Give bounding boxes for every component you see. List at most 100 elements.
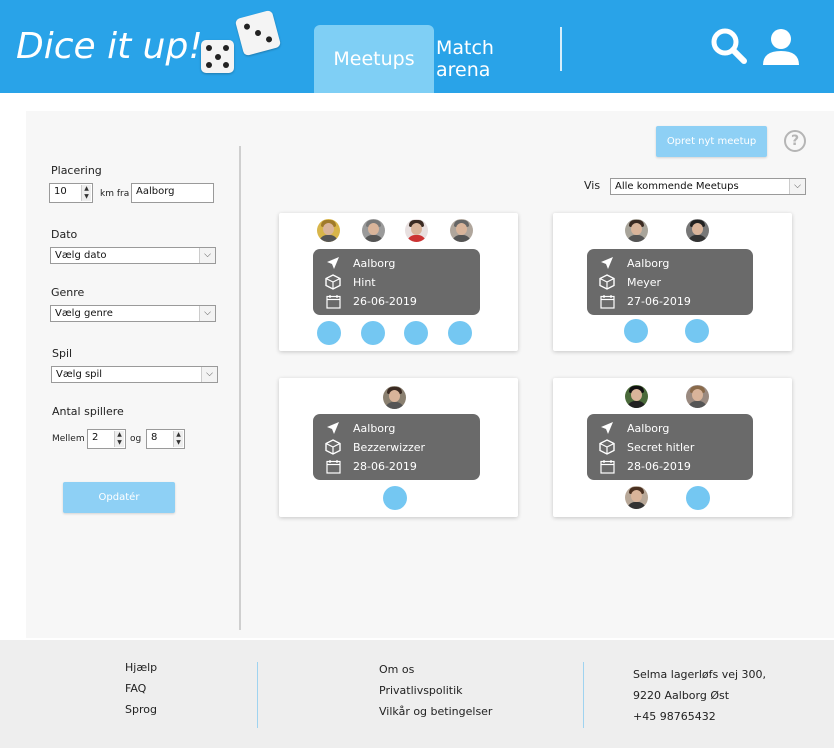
calendar-icon (325, 293, 341, 309)
location-label: Placering (51, 164, 102, 177)
meetup-card[interactable]: Aalborg Bezzerwizzer 28-06-2019 (279, 378, 518, 517)
chevron-down-icon: ⌵ (201, 367, 217, 382)
create-meetup-button[interactable]: Opret nyt meetup (656, 126, 767, 157)
date-select-value: Vælg dato (55, 250, 107, 261)
city-input[interactable]: Aalborg (131, 183, 214, 203)
footer-phone: +45 98765432 (633, 710, 716, 723)
game-select-value: Vælg spil (56, 369, 103, 380)
tab-divider (560, 27, 562, 71)
participant-avatar[interactable] (686, 219, 709, 242)
game-label: Spil (52, 347, 73, 360)
chevron-down-icon: ⌵ (199, 306, 215, 321)
dice-logo-icon (234, 9, 282, 57)
sidebar-divider (239, 146, 241, 630)
km-from-label: km fra (100, 189, 130, 199)
footer-link-about[interactable]: Om os (379, 663, 414, 676)
meetup-game: Hint (353, 275, 376, 289)
footer-link-help[interactable]: Hjælp (125, 661, 157, 674)
footer-divider (583, 662, 584, 728)
chevron-down-icon: ⌵ (199, 248, 215, 263)
dice-icon (325, 274, 341, 290)
chevron-down-icon: ⌵ (789, 179, 805, 194)
dice-icon (325, 439, 341, 455)
meetup-card[interactable]: Aalborg Hint 26-06-2019 (279, 213, 518, 351)
dice-icon (599, 274, 615, 290)
min-players-stepper[interactable]: 2 ▲ ▼ (87, 429, 126, 449)
min-players-value: 2 (92, 432, 99, 443)
participant-avatar[interactable] (625, 219, 648, 242)
open-seat[interactable] (685, 319, 709, 343)
open-seat[interactable] (686, 486, 710, 510)
show-label: Vis (584, 179, 601, 192)
max-players-value: 8 (151, 432, 158, 443)
open-seat[interactable] (404, 321, 428, 345)
show-filter-value: Alle kommende Meetups (615, 181, 739, 192)
meetup-city: Aalborg (353, 256, 396, 270)
footer-link-language[interactable]: Sprog (125, 703, 157, 716)
meetup-game: Secret hitler (627, 440, 695, 454)
dice-logo-icon (201, 40, 234, 73)
meetup-date: 28-06-2019 (353, 459, 417, 473)
open-seat[interactable] (361, 321, 385, 345)
meetup-info-box: Aalborg Secret hitler 28-06-2019 (587, 414, 753, 480)
footer-divider (257, 662, 258, 728)
calendar-icon (599, 293, 615, 309)
meetup-game: Bezzerwizzer (353, 440, 426, 454)
distance-stepper[interactable]: 10 ▲ ▼ (49, 183, 93, 203)
meetup-date: 27-06-2019 (627, 294, 691, 308)
user-icon[interactable] (761, 27, 801, 67)
calendar-icon (599, 458, 615, 474)
tab-match-arena[interactable]: Match arena (436, 25, 550, 93)
participant-avatar[interactable] (383, 386, 406, 409)
and-label: og (130, 434, 142, 444)
participant-avatar[interactable] (450, 219, 473, 242)
meetup-date: 28-06-2019 (627, 459, 691, 473)
meetup-city: Aalborg (627, 421, 670, 435)
meetup-game: Meyer (627, 275, 662, 289)
meetup-card[interactable]: Aalborg Secret hitler 28-06-2019 (553, 378, 792, 517)
location-arrow-icon (325, 255, 341, 271)
calendar-icon (325, 458, 341, 474)
participant-avatar[interactable] (317, 219, 340, 242)
show-filter-select[interactable]: Alle kommende Meetups ⌵ (610, 178, 806, 195)
top-bar: Dice it up! Meetups Match arena (0, 0, 834, 93)
tab-meetups[interactable]: Meetups (314, 25, 434, 93)
participant-avatar[interactable] (405, 219, 428, 242)
location-arrow-icon (599, 255, 615, 271)
open-seat[interactable] (383, 486, 407, 510)
meetup-card[interactable]: Aalborg Meyer 27-06-2019 (553, 213, 792, 351)
footer-link-terms[interactable]: Vilkår og betingelser (379, 705, 492, 718)
distance-value: 10 (54, 186, 67, 197)
participant-avatar[interactable] (625, 486, 648, 509)
location-arrow-icon (325, 420, 341, 436)
footer-address-line: 9220 Aalborg Øst (633, 689, 730, 702)
logo[interactable]: Dice it up! (16, 26, 203, 67)
help-icon[interactable]: ? (784, 130, 806, 152)
genre-select[interactable]: Vælg genre ⌵ (50, 305, 216, 322)
update-button[interactable]: Opdatér (63, 482, 175, 513)
genre-label: Genre (51, 286, 85, 299)
open-seat[interactable] (624, 319, 648, 343)
max-players-stepper[interactable]: 8 ▲ ▼ (146, 429, 185, 449)
between-label: Mellem (52, 434, 85, 444)
meetup-info-box: Aalborg Bezzerwizzer 28-06-2019 (313, 414, 480, 480)
meetup-info-box: Aalborg Hint 26-06-2019 (313, 249, 480, 315)
meetup-city: Aalborg (627, 256, 670, 270)
genre-select-value: Vælg genre (55, 308, 113, 319)
footer-link-privacy[interactable]: Privatlivspolitik (379, 684, 463, 697)
meetup-date: 26-06-2019 (353, 294, 417, 308)
dice-icon (599, 439, 615, 455)
participant-avatar[interactable] (362, 219, 385, 242)
open-seat[interactable] (317, 321, 341, 345)
location-arrow-icon (599, 420, 615, 436)
footer-link-faq[interactable]: FAQ (125, 682, 146, 695)
meetup-city: Aalborg (353, 421, 396, 435)
search-icon[interactable] (710, 27, 748, 65)
meetup-info-box: Aalborg Meyer 27-06-2019 (587, 249, 753, 315)
game-select[interactable]: Vælg spil ⌵ (51, 366, 218, 383)
participant-avatar[interactable] (686, 385, 709, 408)
participant-avatar[interactable] (625, 385, 648, 408)
open-seat[interactable] (448, 321, 472, 345)
date-select[interactable]: Vælg dato ⌵ (50, 247, 216, 264)
players-label: Antal spillere (52, 405, 124, 418)
